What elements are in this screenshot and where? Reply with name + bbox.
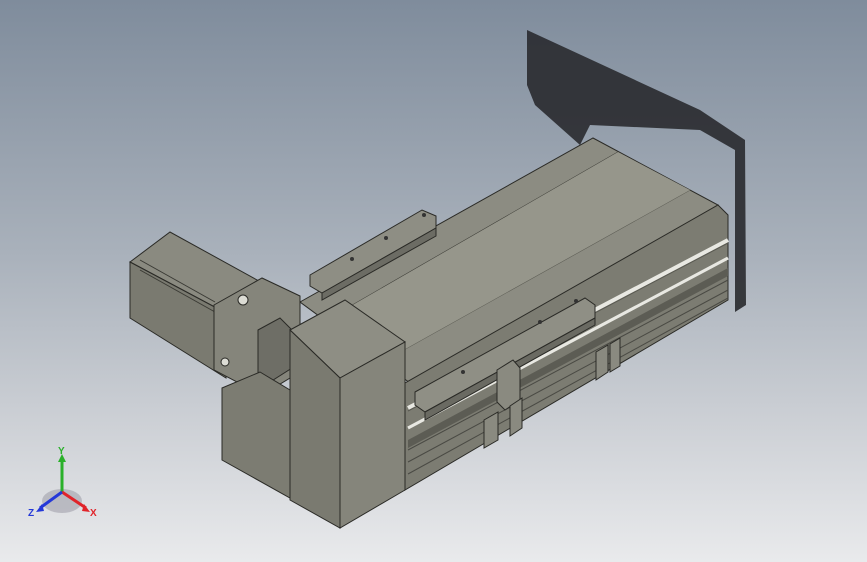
- motor-base: [221, 371, 291, 499]
- y-axis-label: Y: [58, 446, 65, 457]
- model-view[interactable]: [0, 0, 867, 562]
- graphics-viewport[interactable]: Y X Z: [0, 0, 867, 562]
- view-triad[interactable]: Y X Z: [26, 446, 106, 526]
- z-axis-label: Z: [28, 508, 34, 519]
- x-axis-label: X: [90, 508, 97, 519]
- axis-triad-icon: Y X Z: [28, 446, 97, 519]
